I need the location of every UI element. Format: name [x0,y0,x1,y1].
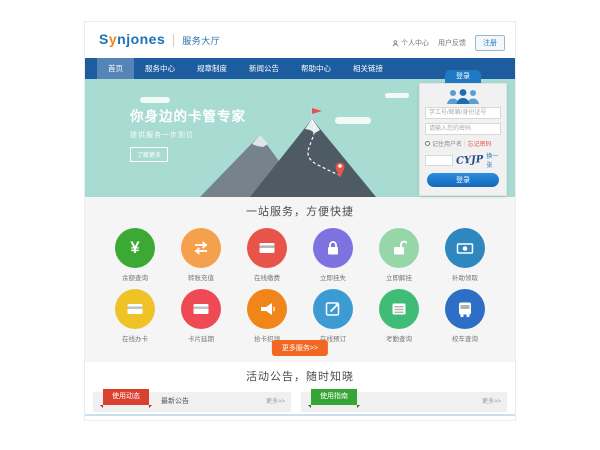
megaphone-icon [257,299,277,319]
service-online-card-apply[interactable]: 在线办卡 [111,289,159,343]
portal-page: Synjones 服务大厅 个人中心 用户反馈 注册 首页 服务中心 规章制度 … [85,22,515,420]
logo-part2: njones [117,31,165,47]
list-icon [389,299,409,319]
service-attendance-query[interactable]: 考勤查询 [375,289,423,343]
announcements-panel-left: 使用动态 最新公告 更多>> [93,392,291,412]
services-section: 一站服务，方便快捷 ¥ 余额查询 转账充值 在线缴费 立即挂失 立即解挂 [85,197,515,362]
tab-usage-news[interactable]: 使用动态 [103,389,149,405]
captcha-input[interactable] [425,155,453,166]
service-found-card-claim[interactable]: 拾卡招领 [243,289,291,343]
bank-card-icon [257,238,277,258]
header: Synjones 服务大厅 个人中心 用户反馈 注册 [85,22,515,58]
unlock-icon [389,238,409,258]
hero-subtitle: 提供服务一步到位 [130,130,246,140]
nav-item-help-center[interactable]: 帮助中心 [290,58,342,79]
captcha-image[interactable]: CYJP [456,154,484,167]
service-label: 余额查询 [111,272,159,282]
personal-center-label: 个人中心 [401,38,429,48]
login-tab[interactable]: 登录 [445,70,481,83]
user-feedback-label: 用户反馈 [438,38,466,48]
service-online-booking[interactable]: 在线预订 [309,289,357,343]
hero-cta-button[interactable]: 了解更多 [130,147,168,162]
user-feedback-link[interactable]: 用户反馈 [438,38,466,48]
yen-icon: ¥ [130,238,139,258]
service-release-loss[interactable]: 立即解挂 [375,228,423,282]
service-transfer-recharge[interactable]: 转账充值 [177,228,225,282]
service-label: 转账充值 [177,272,225,282]
service-subsidy-collect[interactable]: 补助领取 [441,228,489,282]
nav-item-home[interactable]: 首页 [97,58,134,79]
bank-card-icon [191,299,211,319]
login-button[interactable]: 登录 [427,173,499,187]
transfer-icon [191,238,211,258]
service-label: 补助领取 [441,272,489,282]
site-title: 服务大厅 [173,34,220,47]
announcements-heading: 活动公告，随时知晓 [85,362,515,384]
more-services-button[interactable]: 更多服务>> [272,340,328,356]
service-school-bus-query[interactable]: 校车查询 [441,289,489,343]
services-row-2: 在线办卡 卡片延期 拾卡招领 在线预订 考勤查询 校车查询 [85,289,515,343]
password-input[interactable] [425,123,501,135]
service-label: 在线办卡 [111,333,159,343]
logo: Synjones 服务大厅 [99,31,220,47]
tab-latest-announcements[interactable]: 最新公告 [161,392,189,412]
hero-copy: 你身边的卡管专家 提供服务一步到位 了解更多 [130,105,246,162]
remember-row: 记住用户名 | 忘记密码 [425,139,501,148]
logo-part1: S [99,31,109,47]
remember-label: 记住用户名 [432,139,462,148]
nav-item-news[interactable]: 新闻公告 [238,58,290,79]
nav-item-service-center[interactable]: 服务中心 [134,58,186,79]
tab-usage-guide[interactable]: 使用指南 [311,389,357,405]
login-panel: 登录 记住用户名 | 忘记密码 CYJP 换一张 登录 [419,70,507,196]
user-icon [392,40,399,47]
captcha-row: CYJP 换一张 [425,151,501,169]
more-link-right[interactable]: 更多>> [482,392,501,412]
nav-item-related-links[interactable]: 相关链接 [342,58,394,79]
personal-center-link[interactable]: 个人中心 [392,38,429,48]
service-card-extension[interactable]: 卡片延期 [177,289,225,343]
cloud-icon [385,93,409,98]
announcements-panel-right: 使用指南 更多>> [301,392,507,412]
announcements-section: 活动公告，随时知晓 使用动态 最新公告 更多>> 使用指南 更多>> [85,362,515,420]
remember-checkbox[interactable] [425,141,430,146]
username-input[interactable] [425,107,501,119]
cloud-icon [140,97,170,103]
service-label: 立即挂失 [309,272,357,282]
services-row-1: ¥ 余额查询 转账充值 在线缴费 立即挂失 立即解挂 补助领取 [85,228,515,282]
divider: | [464,141,466,147]
section-divider [85,414,515,416]
service-online-payment[interactable]: 在线缴费 [243,228,291,282]
service-balance-query[interactable]: ¥ 余额查询 [111,228,159,282]
service-report-loss[interactable]: 立即挂失 [309,228,357,282]
bank-card-icon [125,299,145,319]
edit-icon [323,299,343,319]
users-icon [446,89,480,104]
hero-title: 你身边的卡管专家 [130,105,246,125]
register-button[interactable]: 注册 [475,35,505,51]
captcha-refresh-link[interactable]: 换一张 [486,151,501,169]
header-links: 个人中心 用户反馈 注册 [392,35,505,51]
banknote-icon [455,238,475,258]
service-label: 校车查询 [441,333,489,343]
bus-icon [455,299,475,319]
service-label: 在线缴费 [243,272,291,282]
lock-icon [323,238,343,258]
nav-item-regulations[interactable]: 规章制度 [186,58,238,79]
more-link-left[interactable]: 更多>> [266,392,285,412]
service-label: 立即解挂 [375,272,423,282]
forgot-password-link[interactable]: 忘记密码 [468,139,492,148]
login-form: 记住用户名 | 忘记密码 CYJP 换一张 登录 [419,83,507,196]
services-heading: 一站服务，方便快捷 [85,197,515,219]
logo-accent: y [109,31,117,47]
service-label: 卡片延期 [177,333,225,343]
service-label: 考勤查询 [375,333,423,343]
